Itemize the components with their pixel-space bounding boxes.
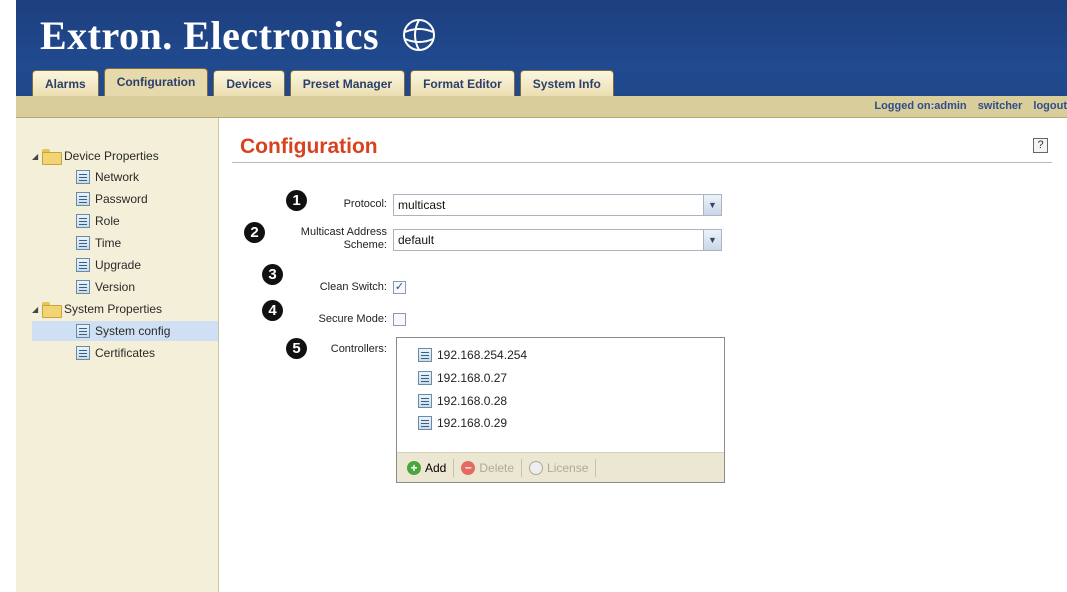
protocol-label: Protocol: [343,198,387,210]
tab-configuration[interactable]: Configuration [103,68,209,98]
license-icon [529,460,544,475]
session-info: Logged on:admin switcher logout [874,100,1067,112]
chevron-down-icon[interactable]: ▼ [703,230,721,250]
multicast-label-line-1: Multicast Address [300,226,387,238]
controller-address: 192.168.254.254 [437,348,528,362]
controllers-label: Controllers: [330,343,387,355]
sidebar-item-label: Role [95,214,120,228]
session-bar: Logged on:admin switcher logout [16,96,1067,118]
toolbar-separator [595,458,597,477]
sidebar-item-label: Time [95,236,122,250]
folder-icon [42,302,62,318]
sidebar-tree: ◢ Device Properties Network Password Rol… [16,118,219,592]
expand-caret-icon[interactable]: ◢ [32,152,40,161]
protocol-value: multicast [398,198,446,212]
folder-icon [42,149,62,165]
sidebar-item-label: Version [95,280,136,294]
tree-node-label: Device Properties [64,149,159,163]
logged-on-text: Logged on:admin [874,100,967,112]
tree-node-device-properties[interactable]: ◢ Device Properties [32,146,159,166]
license-label: License [547,460,589,475]
tab-format-editor[interactable]: Format Editor [410,70,515,98]
delete-controller-button[interactable]: – Delete [457,458,518,478]
page-icon [76,346,90,360]
multicast-scheme-value: default [398,233,435,247]
protocol-select[interactable]: multicast ▼ [393,194,722,216]
page-icon [418,371,432,385]
page-icon [418,416,432,430]
tree-node-system-properties[interactable]: ◢ System Properties [32,299,162,319]
sidebar-item-label: System config [95,324,171,338]
page-icon [76,258,90,272]
sidebar-item-certificates[interactable]: Certificates [76,343,155,363]
sidebar-item-time[interactable]: Time [76,233,121,253]
toolbar-separator [521,458,523,477]
delete-icon: – [461,460,476,475]
add-label: Add [425,460,447,475]
page-title: Configuration [240,135,378,158]
tab-preset-manager[interactable]: Preset Manager [289,70,406,98]
multicast-label-line-2: Scheme: [343,239,387,251]
clean-switch-checkbox[interactable]: ✓ [393,281,406,294]
page-icon [76,170,90,184]
add-controller-button[interactable]: + Add [403,458,450,478]
sidebar-item-label: Network [95,170,140,184]
controller-address: 192.168.0.29 [437,416,508,430]
app-window: Extron. Electronics Alarms Configuration… [0,0,1067,592]
tab-alarms[interactable]: Alarms [32,70,99,98]
sidebar-item-password[interactable]: Password [76,189,148,209]
page-icon [418,348,432,362]
controller-item[interactable]: 192.168.254.254 [418,346,527,364]
extron-globe-icon [403,19,435,51]
logout-link[interactable]: logout [1033,100,1067,112]
controller-address: 192.168.0.28 [437,394,508,408]
page-icon [76,324,90,338]
page-icon [76,192,90,206]
license-button[interactable]: License [525,458,592,478]
help-icon[interactable]: ? [1033,138,1048,153]
callout-5: 5 [286,338,307,359]
page-icon [76,280,90,294]
sidebar-item-network[interactable]: Network [76,167,139,187]
chevron-down-icon[interactable]: ▼ [703,195,721,215]
controller-item[interactable]: 192.168.0.28 [418,392,507,410]
tab-devices[interactable]: Devices [213,70,285,98]
controller-item[interactable]: 192.168.0.27 [418,369,507,387]
delete-label: Delete [479,460,515,475]
controller-address: 192.168.0.27 [437,371,508,385]
tree-node-label: System Properties [64,302,163,316]
controllers-list: 192.168.254.254 192.168.0.27 192.168.0.2… [396,337,725,483]
main-tabs: Alarms Configuration Devices Preset Mana… [32,68,614,98]
sidebar-item-label: Upgrade [95,258,142,272]
title-divider [232,162,1052,163]
sidebar-item-role[interactable]: Role [76,211,120,231]
multicast-scheme-label: Multicast Address Scheme: [268,226,387,252]
page-icon [76,236,90,250]
controller-item[interactable]: 192.168.0.29 [418,414,507,432]
switcher-link[interactable]: switcher [978,100,1023,112]
brand-title: Extron. Electronics [40,13,380,58]
secure-mode-checkbox[interactable] [393,313,406,326]
sidebar-item-label: Password [95,192,148,206]
add-icon: + [407,460,421,475]
sidebar-item-upgrade[interactable]: Upgrade [76,255,141,275]
multicast-scheme-select[interactable]: default ▼ [393,229,722,251]
sidebar-item-label: Certificates [95,346,156,360]
callout-2: 2 [244,222,265,243]
secure-mode-label: Secure Mode: [318,313,387,325]
callout-3: 3 [262,264,283,285]
toolbar-separator [453,458,455,477]
tab-system-info[interactable]: System Info [519,70,614,98]
sidebar-item-version[interactable]: Version [76,277,135,297]
page-icon [76,214,90,228]
clean-switch-label: Clean Switch: [319,281,387,293]
expand-caret-icon[interactable]: ◢ [32,305,40,314]
callout-4: 4 [262,300,283,321]
page-icon [418,394,432,408]
controllers-toolbar: + Add – Delete License [397,452,724,482]
sidebar-item-system-config[interactable]: System config [32,321,218,341]
